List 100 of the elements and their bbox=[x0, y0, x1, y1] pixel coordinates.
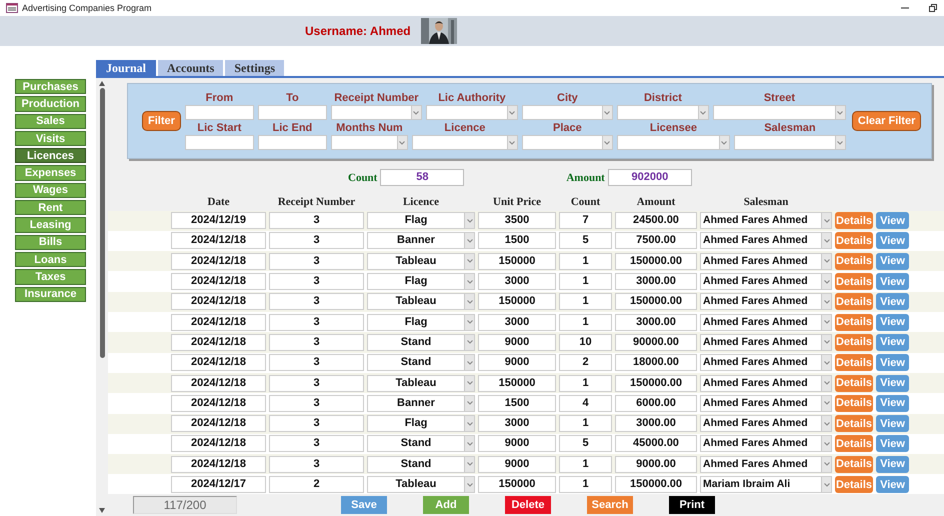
sidebar-item[interactable]: Leasing bbox=[15, 217, 86, 233]
details-button[interactable]: Details bbox=[835, 476, 873, 494]
dropdown-cell[interactable]: Ahmed Fares Ahmed bbox=[700, 435, 832, 452]
view-button[interactable]: View bbox=[876, 293, 909, 310]
dropdown-field[interactable] bbox=[426, 105, 518, 120]
caret-icon[interactable] bbox=[824, 442, 830, 446]
dropdown-field[interactable] bbox=[522, 135, 613, 150]
sidebar-item[interactable]: Bills bbox=[15, 234, 86, 250]
dropdown-cell[interactable]: Ahmed Fares Ahmed bbox=[700, 354, 832, 372]
view-button[interactable]: View bbox=[876, 212, 909, 230]
dropdown-field[interactable] bbox=[734, 135, 846, 150]
caret-icon[interactable] bbox=[466, 462, 472, 466]
dropdown-field[interactable] bbox=[412, 135, 518, 150]
details-button[interactable]: Details bbox=[835, 334, 873, 351]
caret-icon[interactable] bbox=[466, 300, 472, 304]
tab[interactable]: Accounts bbox=[158, 60, 224, 76]
dropdown-cell[interactable]: Ahmed Fares Ahmed bbox=[700, 252, 832, 270]
tab[interactable]: Journal bbox=[96, 60, 156, 76]
details-button[interactable]: Details bbox=[835, 293, 873, 310]
sidebar-item[interactable]: Wages bbox=[15, 182, 86, 198]
caret-icon[interactable] bbox=[509, 110, 516, 115]
details-button[interactable]: Details bbox=[835, 212, 873, 230]
details-button[interactable]: Details bbox=[835, 415, 873, 432]
view-button[interactable]: View bbox=[876, 354, 909, 372]
caret-icon[interactable] bbox=[824, 320, 830, 324]
view-button[interactable]: View bbox=[876, 252, 909, 270]
caret-icon[interactable] bbox=[466, 340, 472, 344]
dropdown-cell[interactable]: Stand bbox=[367, 435, 475, 452]
input-field[interactable] bbox=[258, 105, 327, 120]
details-button[interactable]: Details bbox=[835, 314, 873, 331]
dropdown-cell[interactable]: Banner bbox=[367, 232, 475, 250]
clear-filter-button[interactable]: Clear Filter bbox=[852, 110, 922, 131]
dropdown-field[interactable] bbox=[522, 105, 613, 120]
dropdown-cell[interactable]: Ahmed Fares Ahmed bbox=[700, 293, 832, 310]
scroll-down-icon[interactable] bbox=[99, 508, 105, 513]
dropdown-cell[interactable]: Ahmed Fares Ahmed bbox=[700, 212, 832, 230]
caret-icon[interactable] bbox=[466, 381, 472, 386]
sidebar-item[interactable]: Insurance bbox=[15, 286, 86, 302]
view-button[interactable]: View bbox=[876, 456, 909, 473]
caret-icon[interactable] bbox=[824, 238, 830, 243]
sidebar-item[interactable]: Rent bbox=[15, 200, 86, 216]
caret-icon[interactable] bbox=[509, 140, 516, 145]
tab[interactable]: Settings bbox=[225, 60, 284, 76]
caret-icon[interactable] bbox=[604, 140, 610, 145]
caret-icon[interactable] bbox=[466, 442, 472, 446]
dropdown-cell[interactable]: Flag bbox=[367, 314, 475, 331]
dropdown-cell[interactable]: Flag bbox=[367, 415, 475, 432]
action-button[interactable]: Delete bbox=[505, 496, 551, 514]
caret-icon[interactable] bbox=[824, 340, 830, 344]
input-field[interactable] bbox=[184, 105, 254, 120]
dropdown-field[interactable] bbox=[616, 105, 709, 120]
dropdown-cell[interactable]: Ahmed Fares Ahmed bbox=[700, 314, 832, 331]
dropdown-cell[interactable]: Stand bbox=[367, 354, 475, 372]
caret-icon[interactable] bbox=[721, 140, 728, 145]
sidebar-item[interactable]: Loans bbox=[15, 252, 86, 268]
details-button[interactable]: Details bbox=[835, 273, 873, 290]
dropdown-cell[interactable]: Banner bbox=[367, 394, 475, 412]
caret-icon[interactable] bbox=[466, 422, 472, 426]
dropdown-cell[interactable]: Mariam Ibraim Ali bbox=[700, 476, 832, 494]
filter-button[interactable]: Filter bbox=[142, 110, 181, 131]
sidebar-item[interactable]: Production bbox=[15, 96, 86, 112]
action-button[interactable]: Print bbox=[669, 496, 715, 514]
dropdown-field[interactable] bbox=[330, 105, 422, 120]
dropdown-cell[interactable]: Flag bbox=[367, 273, 475, 290]
caret-icon[interactable] bbox=[604, 110, 610, 115]
view-button[interactable]: View bbox=[876, 394, 909, 412]
input-field[interactable] bbox=[184, 135, 254, 150]
caret-icon[interactable] bbox=[466, 360, 472, 365]
dropdown-cell[interactable]: Ahmed Fares Ahmed bbox=[700, 415, 832, 432]
caret-icon[interactable] bbox=[466, 401, 472, 406]
scroll-up-icon[interactable] bbox=[99, 81, 105, 86]
view-button[interactable]: View bbox=[876, 314, 909, 331]
details-button[interactable]: Details bbox=[835, 456, 873, 473]
view-button[interactable]: View bbox=[876, 273, 909, 290]
view-button[interactable]: View bbox=[876, 415, 909, 432]
dropdown-cell[interactable]: Tableau bbox=[367, 374, 475, 392]
caret-icon[interactable] bbox=[824, 422, 830, 426]
caret-icon[interactable] bbox=[466, 482, 472, 487]
dropdown-cell[interactable]: Ahmed Fares Ahmed bbox=[700, 374, 832, 392]
action-button[interactable]: Add bbox=[423, 496, 469, 514]
view-button[interactable]: View bbox=[876, 334, 909, 351]
dropdown-field[interactable] bbox=[712, 105, 846, 120]
caret-icon[interactable] bbox=[824, 300, 830, 304]
caret-icon[interactable] bbox=[700, 110, 706, 115]
details-button[interactable]: Details bbox=[835, 232, 873, 250]
view-button[interactable]: View bbox=[876, 374, 909, 392]
dropdown-field[interactable] bbox=[330, 135, 408, 150]
dropdown-cell[interactable]: Flag bbox=[367, 212, 475, 230]
view-button[interactable]: View bbox=[876, 476, 909, 494]
action-button[interactable]: Search bbox=[587, 496, 633, 514]
sidebar-item[interactable]: Visits bbox=[15, 130, 86, 146]
dropdown-cell[interactable]: Tableau bbox=[367, 252, 475, 270]
dropdown-cell[interactable]: Stand bbox=[367, 456, 475, 473]
input-field[interactable] bbox=[258, 135, 327, 150]
action-button[interactable]: Save bbox=[341, 496, 387, 514]
dropdown-cell[interactable]: Ahmed Fares Ahmed bbox=[700, 273, 832, 290]
dropdown-cell[interactable]: Stand bbox=[367, 334, 475, 351]
caret-icon[interactable] bbox=[837, 140, 844, 145]
dropdown-cell[interactable]: Ahmed Fares Ahmed bbox=[700, 232, 832, 250]
caret-icon[interactable] bbox=[824, 218, 830, 223]
